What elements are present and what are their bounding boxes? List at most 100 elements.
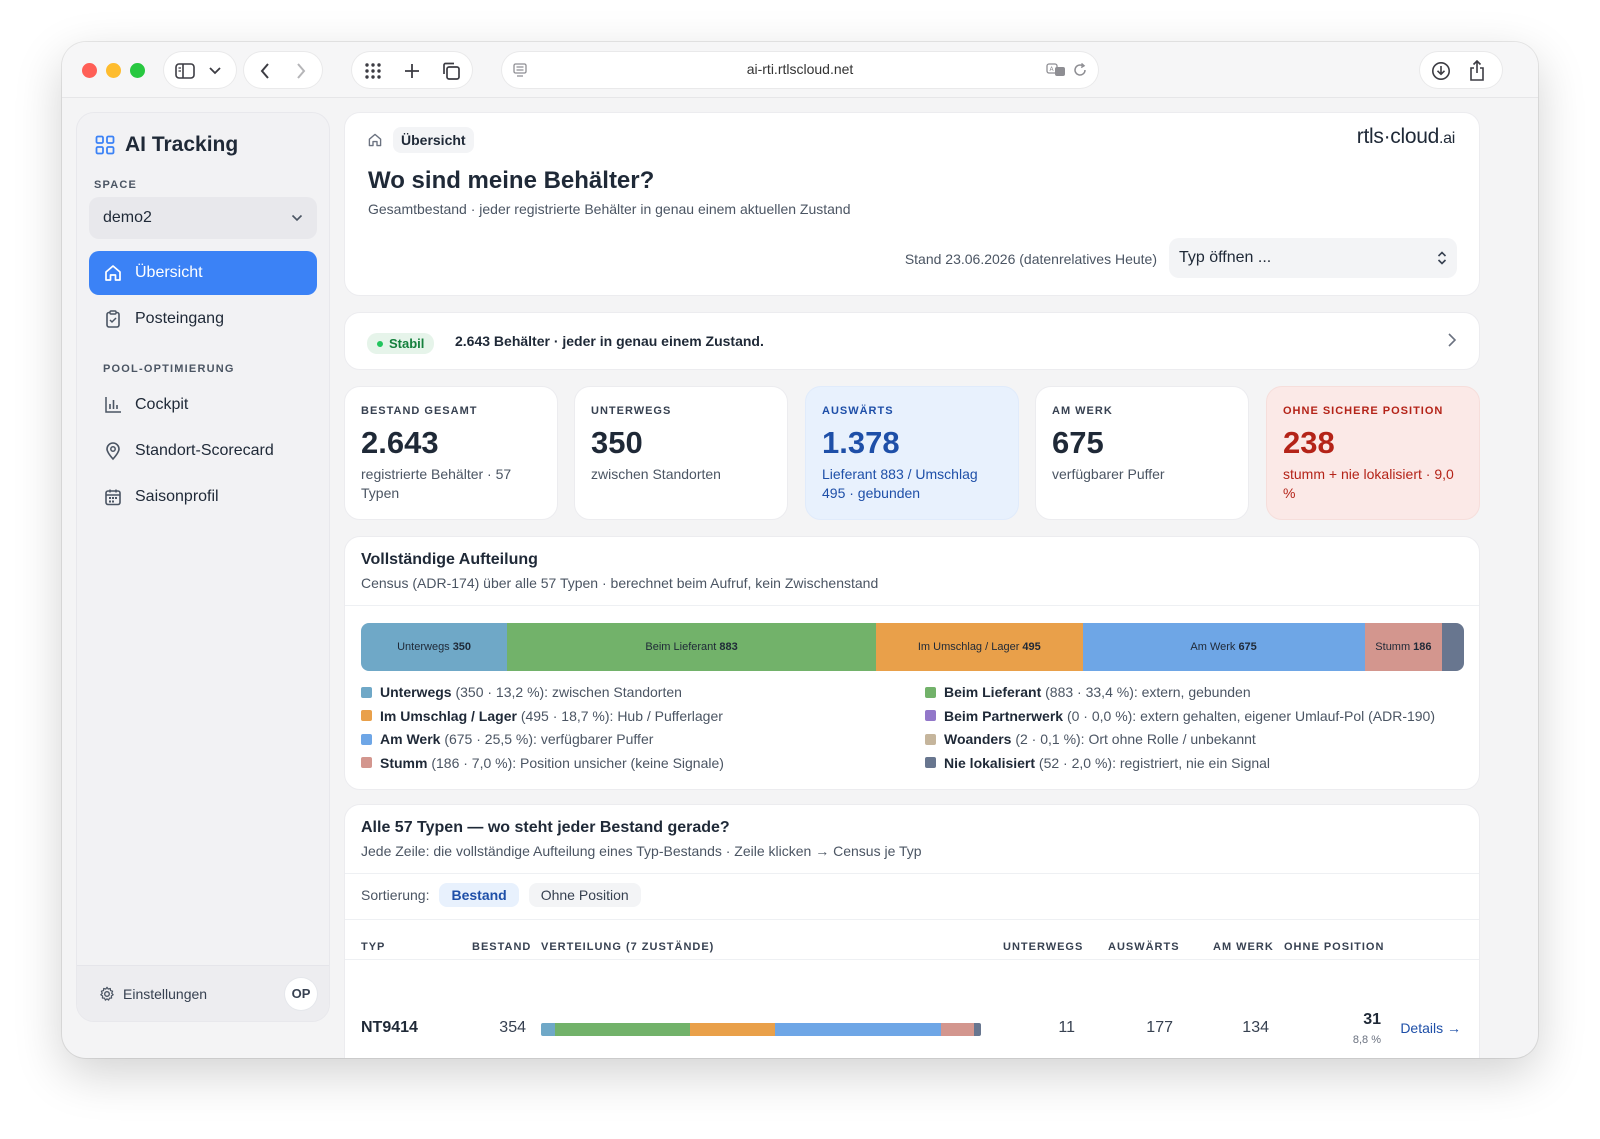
col-header-ohne-position[interactable]: OHNE POSITION (1284, 941, 1384, 953)
share-icon[interactable] (1466, 60, 1488, 82)
url-text: ai-rti.rtlscloud.net (746, 61, 854, 77)
legend-swatch (361, 710, 372, 722)
reload-icon[interactable] (1072, 62, 1088, 83)
status-badge: Stabil (367, 333, 435, 354)
status-banner[interactable]: Stabil 2.643 Behälter · jeder in genau e… (344, 312, 1480, 370)
legend-text: Unterwegs (350 · 13,2 %): zwischen Stand… (380, 684, 682, 701)
chevron-right-icon[interactable] (1447, 332, 1457, 348)
sidebar-item-saisonprofil[interactable]: Saisonprofil (89, 475, 317, 519)
divider (345, 919, 1479, 920)
type-select[interactable]: Typ öffnen ... (1169, 238, 1457, 278)
updown-chevron-icon (1437, 251, 1447, 265)
col-header-auswaerts[interactable]: AUSWÄRTS (1108, 941, 1180, 953)
logo-suffix: .ai (1439, 130, 1455, 147)
sort-controls: Sortierung: Bestand Ohne Position (361, 883, 641, 907)
row-auswaerts: 177 (1146, 1019, 1173, 1036)
translate-icon[interactable]: A (1046, 62, 1066, 83)
segment-value: 495 (1022, 641, 1041, 653)
address-bar[interactable]: ai-rti.rtlscloud.net A (502, 52, 1098, 88)
col-header-am-werk[interactable]: AM WERK (1213, 941, 1274, 953)
sidebar-item-posteingang[interactable]: Posteingang (89, 297, 317, 341)
kpi-card-auswaerts[interactable]: AUSWÄRTS 1.378 Lieferant 883 / Umschlag … (805, 386, 1019, 520)
kpi-value: 675 (1052, 425, 1104, 460)
kpi-label: AUSWÄRTS (822, 405, 894, 417)
row-bestand: 354 (499, 1019, 526, 1036)
segment-label: Beim Lieferant (645, 641, 717, 653)
status-text: 2.643 Behälter · jeder in genau einem Zu… (455, 333, 764, 349)
zoom-window-button[interactable] (130, 63, 145, 78)
kpi-value: 238 (1283, 425, 1335, 460)
pool-section-label: POOL-OPTIMIERUNG (103, 363, 235, 375)
settings-button[interactable]: Einstellungen (99, 986, 207, 1002)
forward-icon[interactable] (290, 60, 312, 82)
breakdown-segment[interactable]: Am Werk 675 (1082, 623, 1365, 671)
brand-logo: rtls·cloud.ai (1357, 125, 1456, 149)
tabs-overview-icon[interactable] (440, 60, 462, 82)
col-header-typ[interactable]: TYP (361, 941, 385, 953)
col-header-bestand[interactable]: BESTAND (472, 941, 531, 953)
breakdown-title: Vollständige Aufteilung (361, 551, 538, 568)
avatar[interactable]: OP (285, 977, 317, 1010)
space-label: SPACE (94, 179, 138, 191)
segment-value: 883 (719, 641, 738, 653)
app-title: AI Tracking (125, 133, 239, 156)
download-icon[interactable] (1430, 60, 1452, 82)
settings-label: Einstellungen (123, 985, 208, 1002)
sidebar-item-standort-scorecard[interactable]: Standort-Scorecard (89, 429, 317, 473)
legend-item: Unterwegs (350 · 13,2 %): zwischen Stand… (361, 683, 925, 702)
sidebar-item-uebersicht[interactable]: Übersicht (89, 251, 317, 295)
kpi-label: AM WERK (1052, 405, 1113, 417)
kpi-card-unterwegs[interactable]: UNTERWEGS 350 zwischen Standorten (574, 386, 788, 520)
row-distribution-segment (554, 1023, 691, 1036)
sidebar-item-cockpit[interactable]: Cockpit (89, 383, 317, 427)
legend-text: Woanders (2 · 0,1 %): Ort ohne Rolle / u… (944, 731, 1256, 748)
kpi-desc: registrierte Behälter · 57 Typen (361, 466, 512, 501)
sidebar-item-label: Übersicht (135, 264, 203, 281)
kpi-desc: Lieferant 883 / Umschlag 495 · gebunden (822, 466, 978, 501)
kpi-card-bestand[interactable]: BESTAND GESAMT 2.643 registrierte Behält… (344, 386, 558, 520)
gear-icon (100, 986, 114, 1001)
space-select[interactable]: demo2 (89, 197, 317, 239)
back-icon[interactable] (254, 60, 276, 82)
sidebar-item-label: Saisonprofil (135, 488, 219, 505)
types-table-subtitle: Jede Zeile: die vollständige Aufteilung … (361, 843, 922, 859)
sort-option-bestand[interactable]: Bestand (439, 883, 519, 907)
map-pin-icon (106, 442, 120, 461)
home-icon (105, 265, 121, 281)
space-value: demo2 (103, 209, 152, 226)
chevron-down-icon[interactable] (204, 60, 226, 82)
types-table-card: Alle 57 Typen — wo steht jeder Bestand g… (344, 804, 1480, 1058)
segment-label: Im Umschlag / Lager (917, 641, 1020, 653)
close-window-button[interactable] (82, 63, 97, 78)
app-brand[interactable]: AI Tracking (95, 133, 238, 157)
status-badge-label: Stabil (389, 336, 425, 351)
col-header-unterwegs[interactable]: UNTERWEGS (1003, 941, 1083, 953)
status-dot-icon (377, 340, 383, 347)
breakdown-segment[interactable]: Stumm 186 (1364, 623, 1443, 671)
row-am-werk: 134 (1242, 1019, 1269, 1036)
breakdown-segment[interactable]: Beim Lieferant 883 (507, 623, 876, 671)
grid-icon[interactable] (362, 60, 384, 82)
minimize-window-button[interactable] (106, 63, 121, 78)
row-distribution-bar (541, 1023, 981, 1036)
header-card: Übersicht rtls·cloud.ai Wo sind meine Be… (344, 112, 1480, 296)
legend-swatch (361, 757, 372, 769)
browser-toolbar: ai-rti.rtlscloud.net A (62, 42, 1538, 98)
breakdown-segment[interactable]: Im Umschlag / Lager 495 (875, 623, 1083, 671)
sort-option-ohne-position[interactable]: Ohne Position (528, 883, 641, 907)
divider (345, 873, 1479, 874)
home-icon[interactable] (367, 132, 383, 148)
breadcrumb-current[interactable]: Übersicht (393, 127, 474, 153)
row-ohne-position: 31 (1363, 1011, 1381, 1028)
legend-swatch (925, 757, 936, 769)
sidebar-toggle-icon[interactable] (174, 60, 196, 82)
legend-text: Beim Partnerwerk (0 · 0,0 %): extern geh… (944, 707, 1436, 724)
kpi-card-ohne-position[interactable]: OHNE SICHERE POSITION 238 stumm + nie lo… (1266, 386, 1480, 520)
breakdown-segment[interactable]: Unterwegs 350 (361, 623, 508, 671)
kpi-card-am-werk[interactable]: AM WERK 675 verfügbarer Puffer (1035, 386, 1249, 520)
legend-text: Nie lokalisiert (52 · 2,0 %): registrier… (944, 754, 1271, 771)
segment-value: 350 (452, 641, 472, 653)
breakdown-segment[interactable] (1442, 623, 1464, 671)
row-details-link[interactable]: Details → (1400, 1020, 1461, 1036)
new-tab-icon[interactable] (401, 60, 423, 82)
